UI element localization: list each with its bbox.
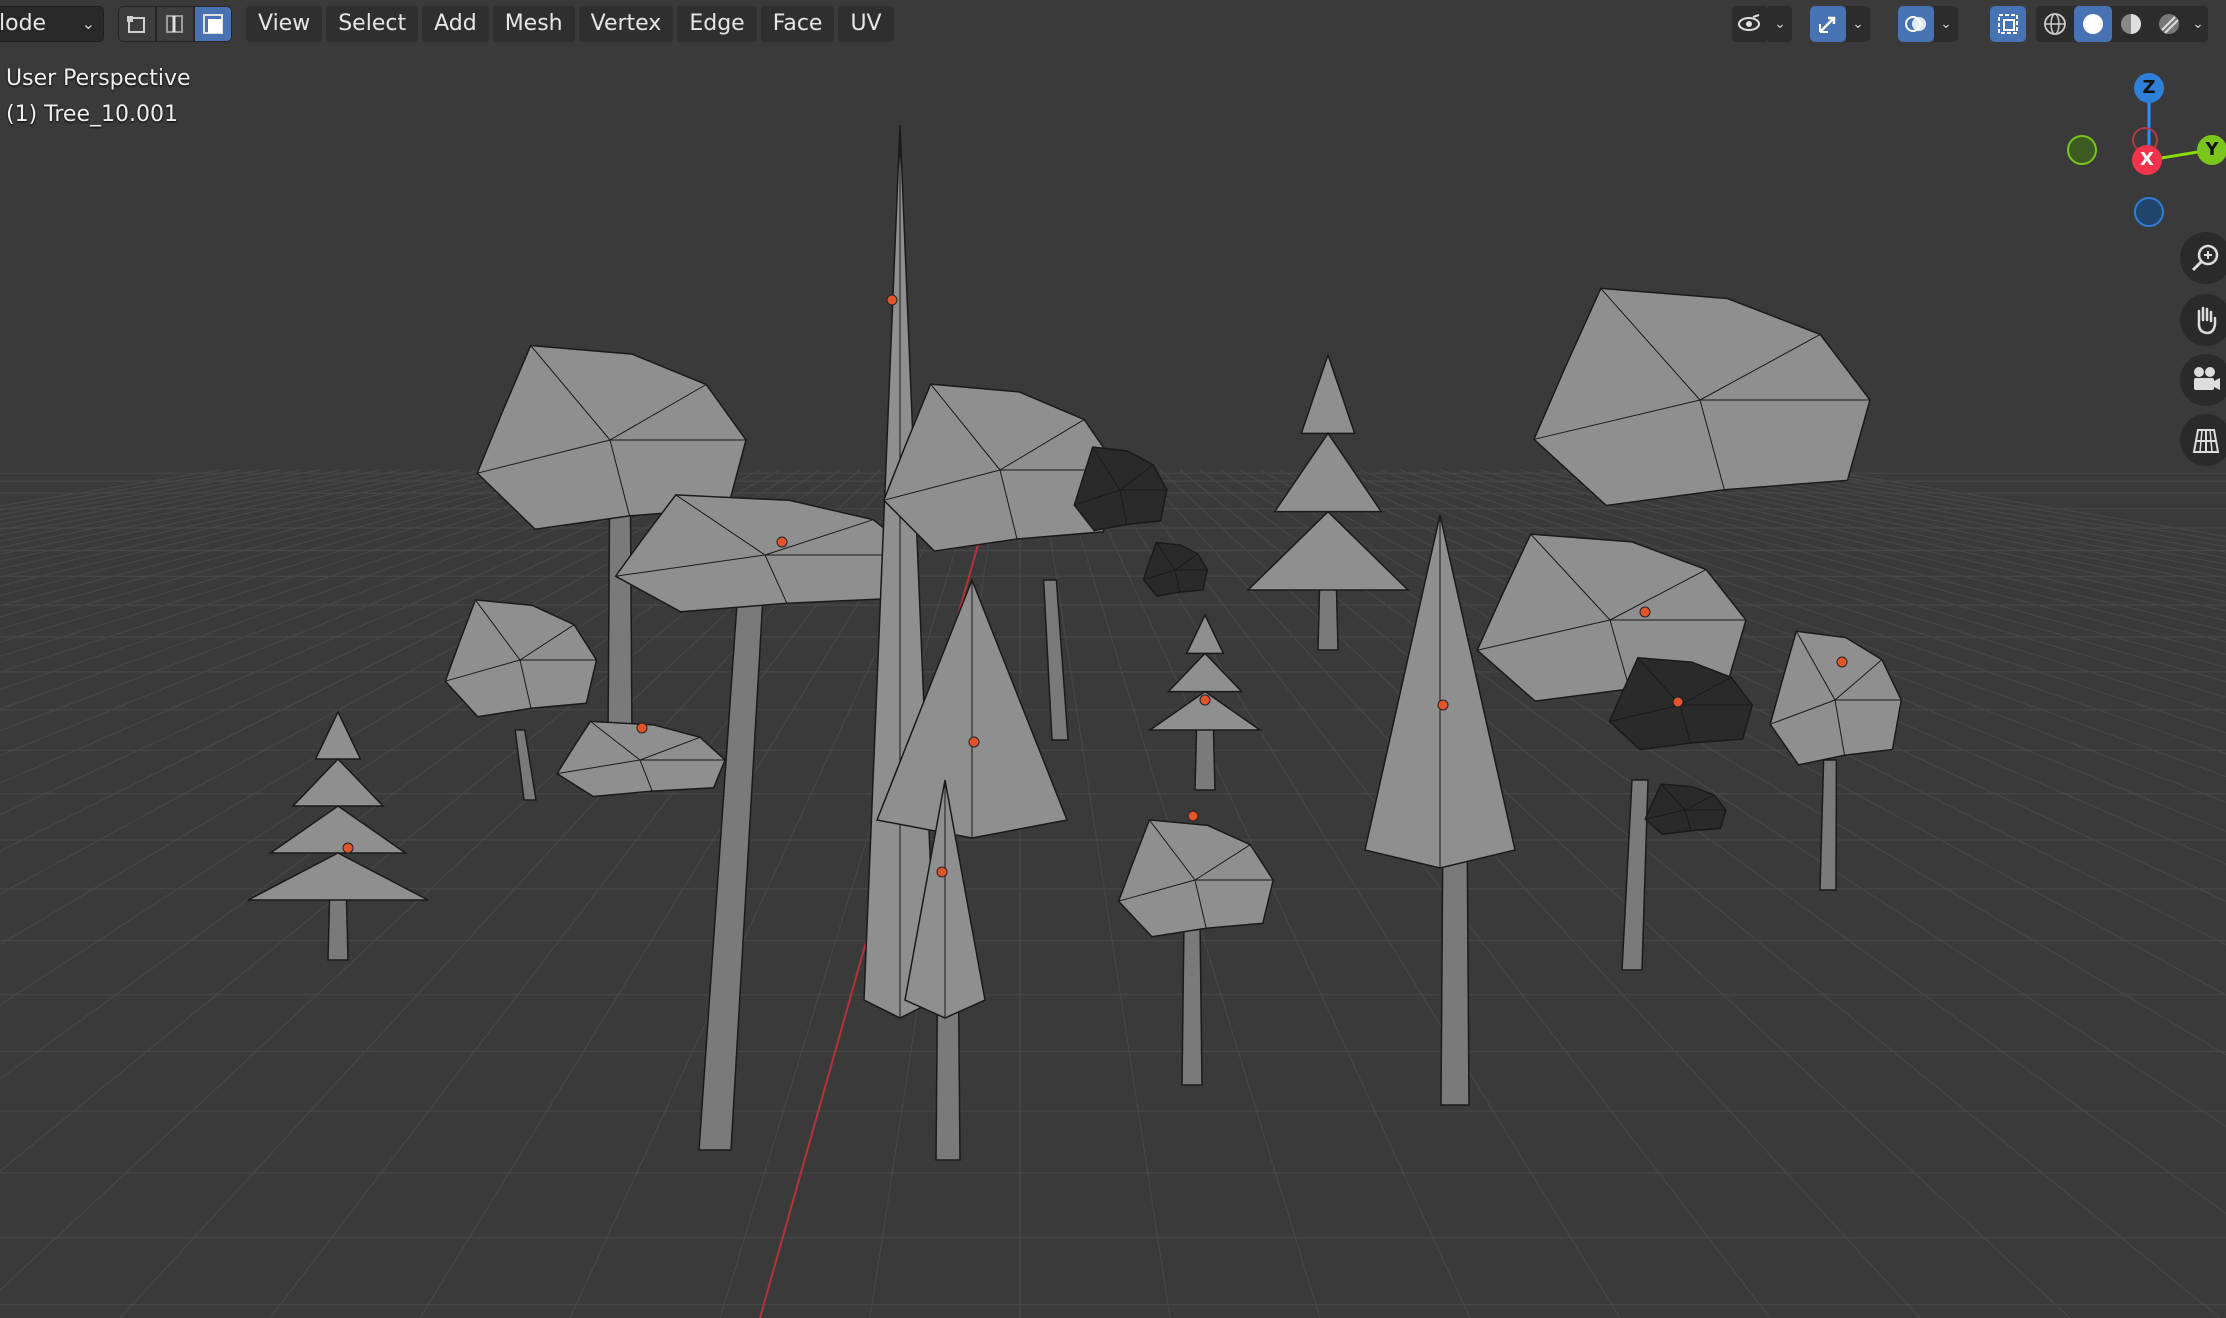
3d-viewport[interactable] xyxy=(0,0,2226,1318)
perspective-toggle-button[interactable] xyxy=(2180,414,2226,466)
select-mode-group xyxy=(118,6,232,42)
view-name: User Perspective xyxy=(6,66,191,91)
pan-button[interactable] xyxy=(2180,294,2226,346)
menu-select[interactable]: Select xyxy=(326,6,419,42)
mode-dropdown[interactable]: lode ⌄ xyxy=(0,6,104,42)
menu-face[interactable]: Face xyxy=(760,6,835,42)
mode-label: lode xyxy=(0,11,47,36)
viewport-header: lode ⌄ View Select Add Mesh Vertex Edge … xyxy=(0,0,2226,52)
gizmo-y-axis[interactable]: Y xyxy=(2197,135,2226,165)
camera-icon xyxy=(2194,367,2220,390)
chevron-down-icon[interactable]: ⌄ xyxy=(2188,6,2208,42)
object-origin-dot xyxy=(1639,606,1651,618)
chevron-down-icon: ⌄ xyxy=(1846,6,1870,42)
menu-uv[interactable]: UV xyxy=(838,6,894,42)
chevron-down-icon: ⌄ xyxy=(81,14,95,33)
header-menu: View Select Add Mesh Vertex Edge Face UV xyxy=(246,6,894,42)
zoom-button[interactable] xyxy=(2180,232,2226,284)
xray-toggle[interactable] xyxy=(1990,6,2026,42)
navigation-gizmo[interactable]: Z Y X xyxy=(2060,60,2226,240)
object-origin-dot xyxy=(886,294,898,306)
vertex-select-icon[interactable] xyxy=(118,6,156,42)
camera-view-button[interactable] xyxy=(2180,354,2226,406)
tree-trunk xyxy=(1181,919,1203,1086)
chevron-down-icon: ⌄ xyxy=(1768,6,1792,42)
object-origin-dot xyxy=(636,722,648,734)
grid-perspective-icon xyxy=(2192,429,2220,453)
gizmo-z-axis[interactable]: Z xyxy=(2134,73,2164,103)
xray-icon xyxy=(1990,6,2026,42)
wireframe-shading-icon[interactable] xyxy=(2036,6,2074,42)
menu-add[interactable]: Add xyxy=(422,6,489,42)
overlays-dropdown[interactable]: ⌄ xyxy=(1898,6,1958,42)
zoom-icon xyxy=(2191,244,2219,272)
gizmo-neg-z-axis[interactable] xyxy=(2134,197,2164,227)
object-origin-dot xyxy=(1672,696,1684,708)
edge-select-icon[interactable] xyxy=(156,6,194,42)
gizmo-toggle-icon xyxy=(1810,6,1846,42)
object-origin-dot xyxy=(1836,656,1848,668)
face-select-icon[interactable] xyxy=(194,6,232,42)
shading-mode-group: ⌄ xyxy=(2036,6,2208,42)
active-object-name: (1) Tree_10.001 xyxy=(6,102,178,127)
material-shading-icon[interactable] xyxy=(2112,6,2150,42)
chevron-down-icon: ⌄ xyxy=(1934,6,1958,42)
object-origin-dot xyxy=(776,536,788,548)
solid-shading-icon[interactable] xyxy=(2074,6,2112,42)
object-origin-dot xyxy=(342,842,354,854)
menu-mesh[interactable]: Mesh xyxy=(492,6,575,42)
object-origin-dot xyxy=(1187,810,1199,822)
object-origin-dot xyxy=(1437,699,1449,711)
gizmo-x-axis[interactable]: X xyxy=(2132,145,2162,175)
object-origin-dot xyxy=(1199,694,1211,706)
object-origin-dot xyxy=(936,866,948,878)
menu-vertex[interactable]: Vertex xyxy=(578,6,674,42)
object-origin-dot xyxy=(968,736,980,748)
menu-edge[interactable]: Edge xyxy=(677,6,757,42)
tree-trunk xyxy=(1819,759,1838,891)
pan-hand-icon xyxy=(2197,306,2217,335)
menu-view[interactable]: View xyxy=(246,6,323,42)
gizmo-neg-y-axis[interactable] xyxy=(2067,135,2097,165)
overlays-icon xyxy=(1898,6,1934,42)
rendered-shading-icon[interactable] xyxy=(2150,6,2188,42)
visibility-icon xyxy=(1732,6,1768,42)
visibility-dropdown[interactable]: ⌄ xyxy=(1732,6,1792,42)
gizmo-dropdown[interactable]: ⌄ xyxy=(1810,6,1870,42)
